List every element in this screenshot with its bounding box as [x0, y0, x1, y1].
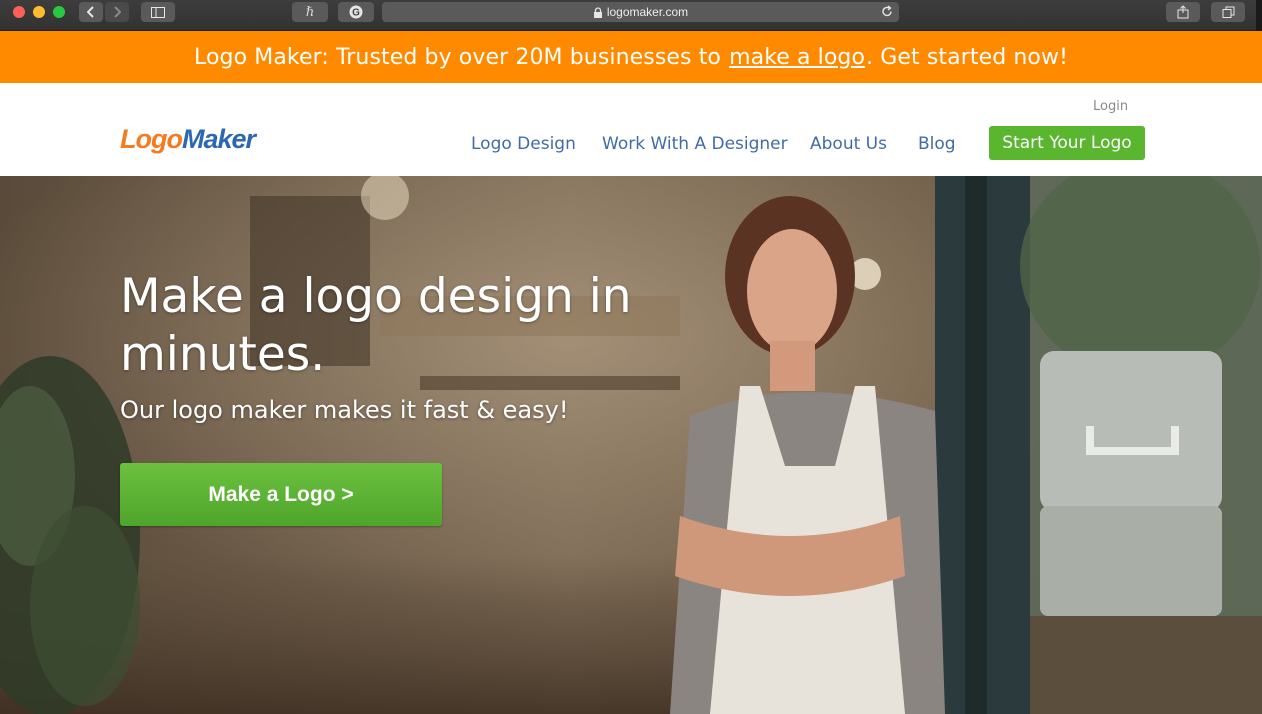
- nav-blog[interactable]: Blog: [918, 134, 956, 154]
- login-link[interactable]: Login: [1093, 99, 1128, 114]
- hero-background-photo: [0, 176, 1262, 714]
- promo-banner: Logo Maker: Trusted by over 20M business…: [0, 31, 1262, 83]
- nav-work-with-designer[interactable]: Work With A Designer: [602, 134, 788, 154]
- lock-icon: [593, 6, 602, 18]
- grammarly-icon[interactable]: G: [338, 2, 374, 22]
- reload-icon[interactable]: [881, 5, 893, 18]
- url-text: logomaker.com: [606, 5, 689, 19]
- share-icon[interactable]: [1166, 2, 1200, 22]
- site-header: LogoMaker Login Logo Design Work With A …: [0, 83, 1262, 176]
- promo-link[interactable]: make a logo: [729, 45, 865, 70]
- start-your-logo-button[interactable]: Start Your Logo: [989, 126, 1145, 160]
- logomaker-logo[interactable]: LogoMaker: [120, 124, 256, 155]
- logo-text-logo: Logo: [120, 124, 183, 154]
- sidebar-icon[interactable]: [141, 2, 175, 22]
- logo-text-maker: Maker: [181, 124, 256, 154]
- hero-subtitle: Our logo maker makes it fast & easy!: [120, 396, 569, 424]
- hero-section: Make a logo design in minutes. Our logo …: [0, 176, 1262, 714]
- window-edge: [1256, 0, 1262, 31]
- promo-text: Logo Maker: Trusted by over 20M business…: [193, 44, 721, 70]
- zoom-window-button[interactable]: [53, 6, 65, 18]
- tabs-icon[interactable]: [1211, 2, 1245, 22]
- nav-about-us[interactable]: About Us: [810, 134, 887, 154]
- back-icon[interactable]: [79, 2, 103, 22]
- address-bar[interactable]: logomaker.com: [382, 2, 899, 22]
- promo-text-end: . Get started now!: [866, 44, 1068, 70]
- browser-toolbar: ℏ G logomaker.com: [0, 0, 1262, 31]
- make-a-logo-button[interactable]: Make a Logo >: [120, 463, 442, 526]
- extension-icon[interactable]: ℏ: [292, 2, 328, 22]
- forward-icon[interactable]: [105, 2, 129, 22]
- nav-logo-design[interactable]: Logo Design: [471, 134, 576, 154]
- close-window-button[interactable]: [13, 6, 25, 18]
- hero-title: Make a logo design in minutes.: [120, 269, 632, 382]
- svg-text:G: G: [352, 8, 360, 19]
- minimize-window-button[interactable]: [33, 6, 45, 18]
